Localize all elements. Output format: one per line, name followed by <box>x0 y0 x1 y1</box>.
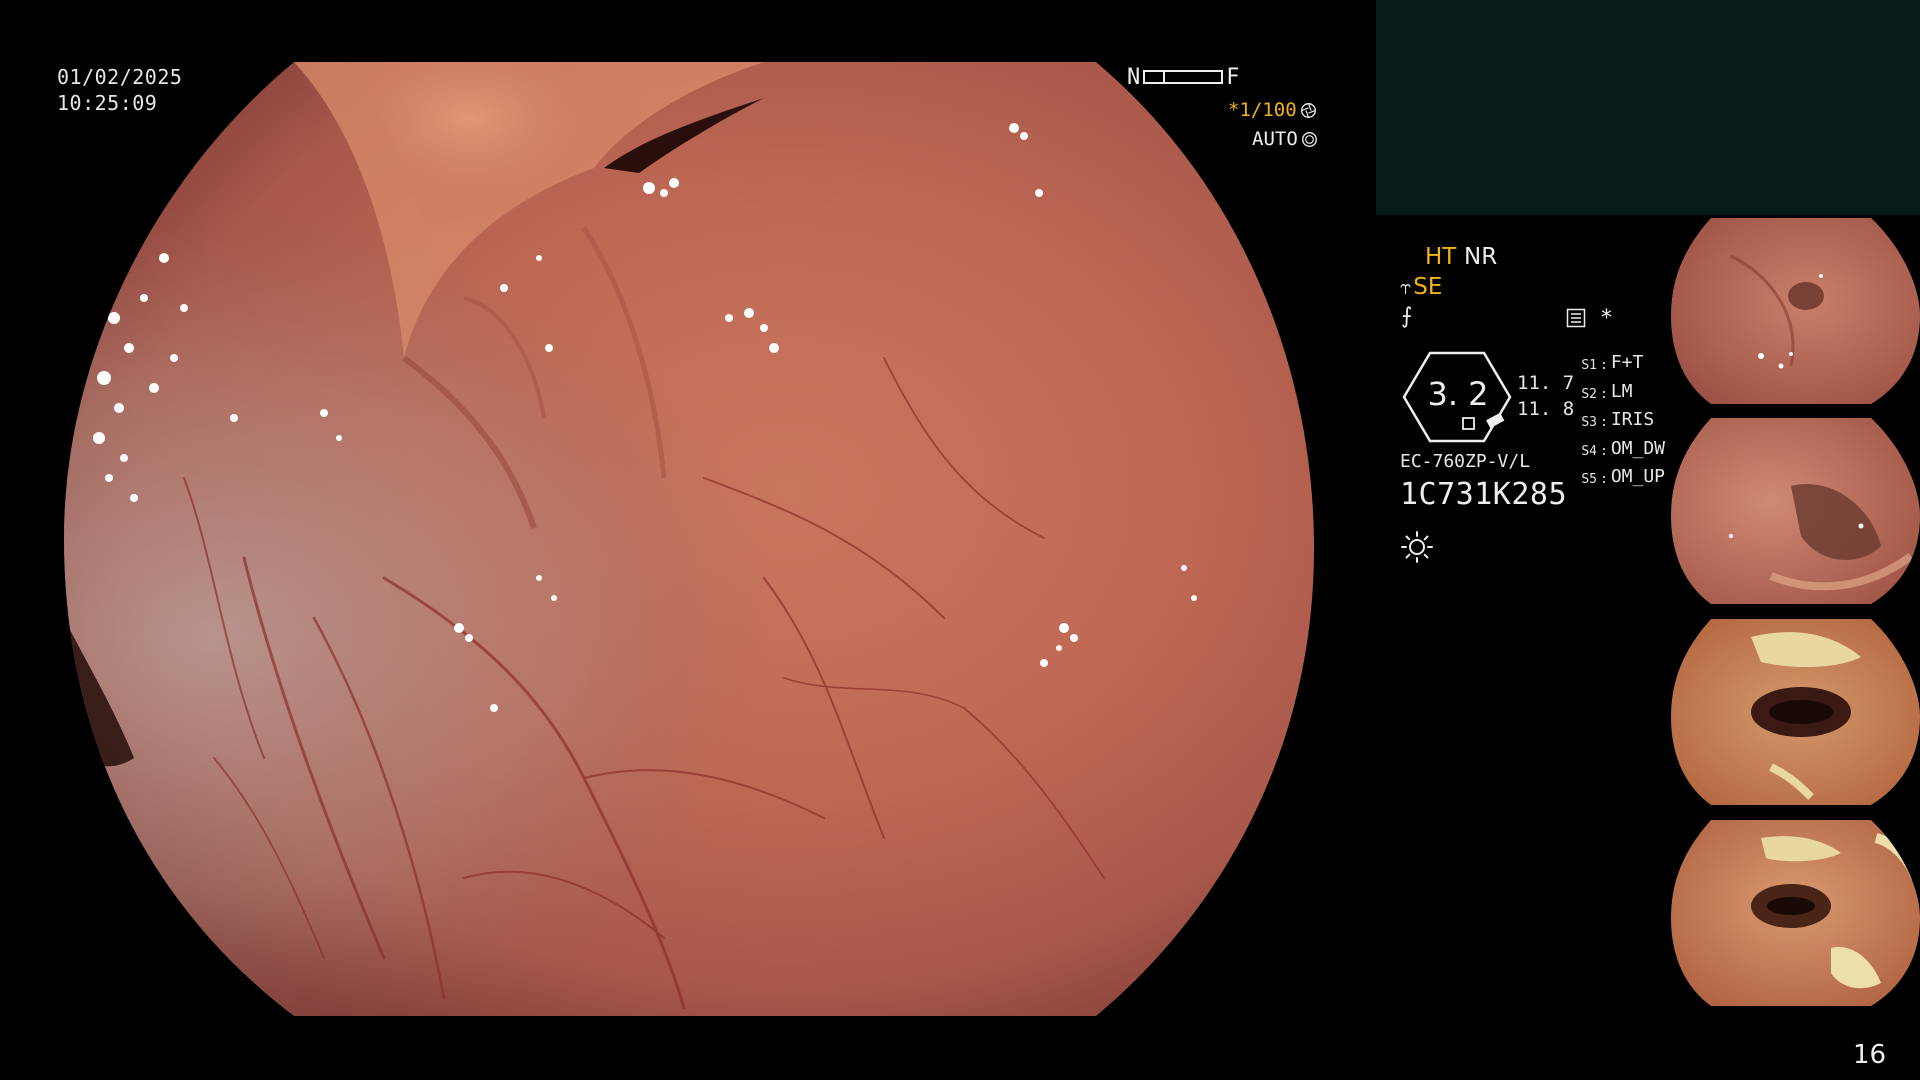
mode-nr: NR <box>1464 244 1498 270</box>
flash-icon: ⨍ <box>1401 304 1413 329</box>
gauge-reading-2: 11. 8 <box>1517 398 1575 420</box>
date-text: 01/02/2025 <box>57 65 183 89</box>
thumbnail-4[interactable] <box>1671 818 1920 1008</box>
thumbnail-1[interactable] <box>1671 216 1920 406</box>
scene-mode-icon <box>1566 308 1586 328</box>
switch-row: S4: OM_DW <box>1568 436 1665 465</box>
switch-value: F+T <box>1610 352 1644 373</box>
switch-value: IRIS <box>1610 409 1655 430</box>
info-panel-header <box>1376 0 1920 215</box>
switch-key: S2 <box>1581 386 1597 402</box>
mode-ht: HT <box>1425 244 1457 270</box>
thumbnail-3[interactable] <box>1671 617 1920 807</box>
captured-thumbnails <box>1671 216 1920 1016</box>
switch-value: OM_UP <box>1610 466 1666 487</box>
time-text: 10:25:09 <box>57 91 158 115</box>
structure-enhance-icon: ⥾ <box>1400 275 1412 299</box>
gauge-reading-1: 11. 7 <box>1517 372 1575 394</box>
near-label: N <box>1127 64 1141 90</box>
magnification-value: 3. 2 <box>1427 375 1489 413</box>
near-far-bar <box>1143 70 1224 84</box>
iris-mode: AUTO <box>1252 128 1318 150</box>
switch-value: LM <box>1610 380 1633 402</box>
switch-row: S2: LM <box>1568 379 1665 408</box>
page-number: 16 <box>1853 1040 1887 1070</box>
scope-serial: 1C731K285 <box>1400 477 1568 512</box>
iris-mode-text: AUTO <box>1252 128 1298 150</box>
switch-key: S3 <box>1581 415 1597 430</box>
mode-se-label: SE <box>1413 274 1443 300</box>
switch-key: S4 <box>1581 443 1597 459</box>
scope-switch-list: S1: F+T S2: LM S3: IRIS S4: OM_DW S5: OM… <box>1568 350 1665 493</box>
star-indicator: * <box>1601 306 1612 331</box>
shutter-text: *1/100 <box>1228 99 1297 121</box>
switch-row: S5: OM_UP <box>1568 464 1665 493</box>
mode-se: ⥾ SE <box>1400 274 1442 300</box>
scope-model: EC-760ZP-V/L <box>1400 451 1531 472</box>
iris-auto-icon <box>1301 131 1317 147</box>
far-label: F <box>1226 64 1240 90</box>
switch-value: OM_DW <box>1610 437 1666 459</box>
light-source-icon <box>1401 531 1433 563</box>
switch-key: S1 <box>1581 358 1597 373</box>
switch-key: S5 <box>1581 472 1597 487</box>
shutter-speed: *1/100 <box>1228 99 1317 121</box>
switch-row: S3: IRIS <box>1568 407 1665 436</box>
endoscope-main-view <box>64 58 1314 1020</box>
thumbnail-2[interactable] <box>1671 416 1920 606</box>
aperture-icon <box>1300 102 1316 118</box>
switch-row: S1: F+T <box>1568 350 1665 379</box>
datetime-display: 01/02/2025 10:25:09 <box>57 64 182 116</box>
near-far-indicator: N F <box>1127 64 1240 90</box>
